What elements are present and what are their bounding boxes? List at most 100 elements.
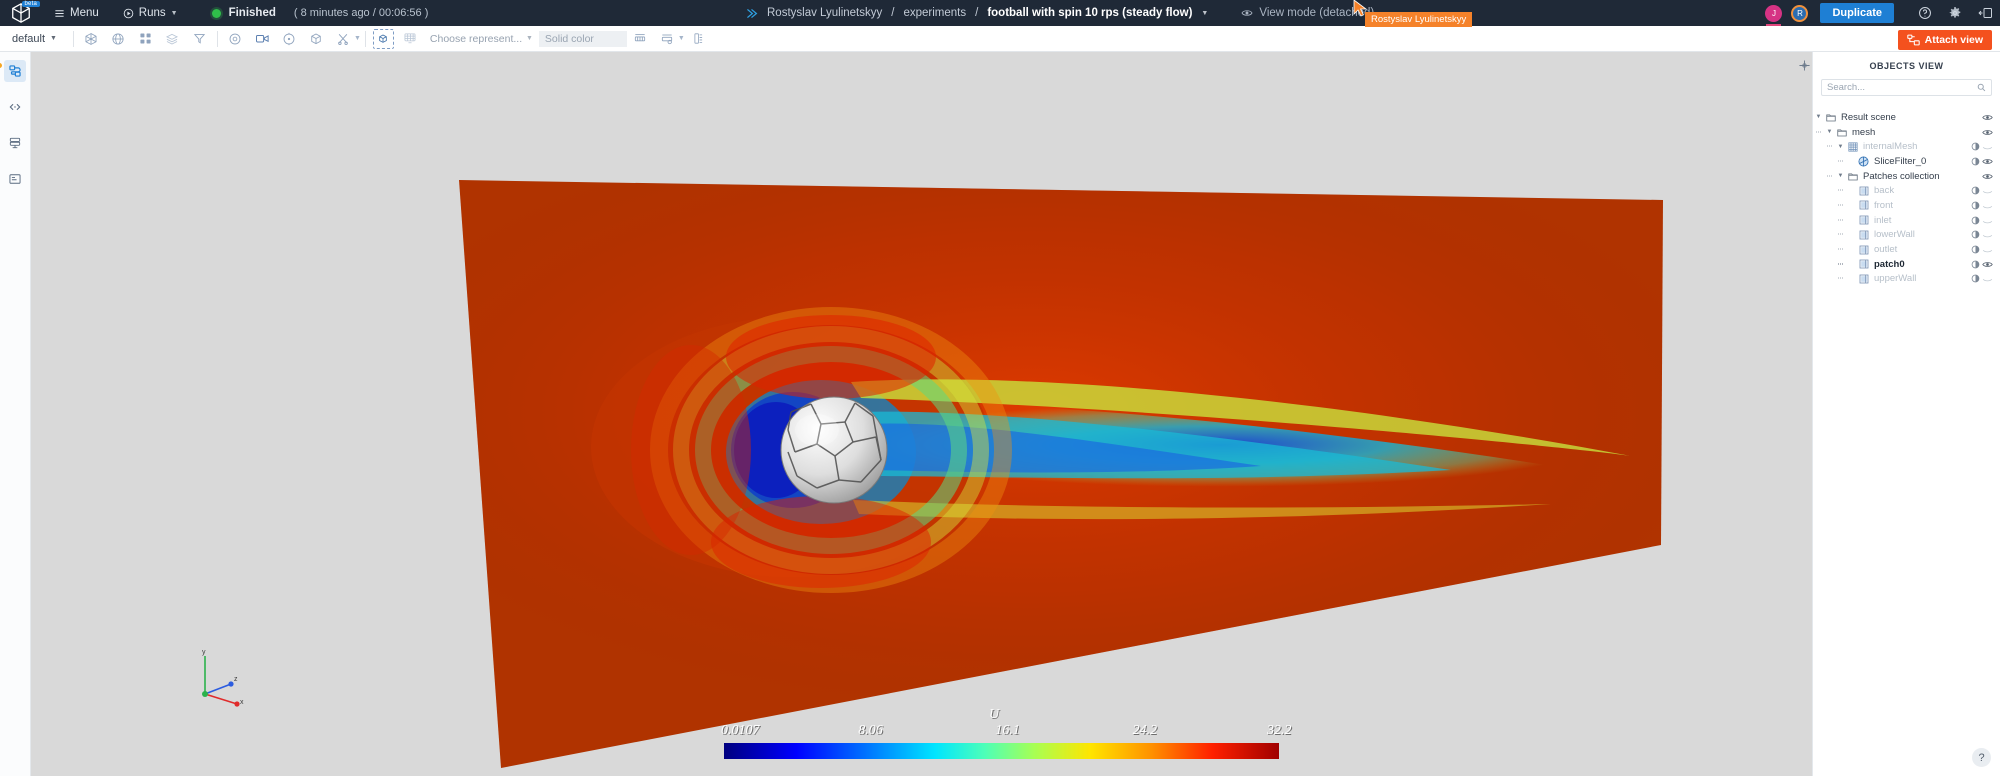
opacity-toggle-icon[interactable] xyxy=(1969,186,1981,195)
objects-tree-item-front[interactable]: ⋯ front xyxy=(1813,198,2000,213)
surface-view-icon[interactable] xyxy=(105,26,132,52)
rescale-range-icon[interactable] xyxy=(627,26,654,52)
objects-search-input[interactable]: Search... xyxy=(1821,79,1992,96)
opacity-toggle-icon[interactable] xyxy=(1969,274,1981,283)
representation-select[interactable]: Choose represent... ▼ xyxy=(424,31,539,47)
objects-tree-item-inlet[interactable]: ⋯ inlet xyxy=(1813,213,2000,228)
visibility-toggle-icon[interactable] xyxy=(1981,260,1994,269)
top-bar-right: J R Duplicate xyxy=(1765,0,2000,26)
app-logo[interactable]: beta xyxy=(0,0,42,26)
colorbar-toggle-icon[interactable] xyxy=(685,26,712,52)
chevron-down-icon[interactable]: ▼ xyxy=(354,35,361,42)
objects-view-title: OBJECTS VIEW xyxy=(1869,61,1944,71)
tree-twisty-icon[interactable]: ▼ xyxy=(1835,173,1846,179)
reset-camera-icon[interactable] xyxy=(222,26,249,52)
objects-tree-item-result-scene[interactable]: ▼ Result scene xyxy=(1813,110,2000,125)
objects-tree-item-internalmesh[interactable]: ⋯ ▼ internalMesh xyxy=(1813,139,2000,154)
visibility-toggle-icon[interactable] xyxy=(1981,245,1994,254)
legend-colorbar[interactable] xyxy=(724,743,1279,759)
notification-dot-icon xyxy=(0,63,2,68)
breadcrumb-section[interactable]: experiments xyxy=(903,7,966,19)
opacity-toggle-icon[interactable] xyxy=(1969,245,1981,254)
visibility-toggle-icon[interactable] xyxy=(1981,128,1994,137)
menu-button[interactable]: Menu xyxy=(42,0,111,26)
tree-indent: ⋯ xyxy=(1837,188,1844,195)
help-fab-button[interactable]: ? xyxy=(1972,748,1991,767)
objects-tree-item-label: upperWall xyxy=(1874,273,1917,285)
visibility-toggle-icon[interactable] xyxy=(1981,216,1994,225)
filter-icon[interactable] xyxy=(186,26,213,52)
collapse-panel-icon[interactable] xyxy=(1970,0,2000,26)
rail-log-icon[interactable] xyxy=(4,168,26,190)
visibility-toggle-icon[interactable] xyxy=(1981,201,1994,210)
objects-tree-item-mesh[interactable]: ⋯ ▼ mesh xyxy=(1813,125,2000,140)
visibility-toggle-icon[interactable] xyxy=(1981,157,1994,166)
breadcrumb-owner[interactable]: Rostyslav Lyulinetskyy xyxy=(767,7,882,19)
objects-tree-item-patches-collection[interactable]: ⋯ ▼ Patches collection xyxy=(1813,169,2000,184)
rail-setup-icon[interactable] xyxy=(0,60,26,82)
duplicate-button[interactable]: Duplicate xyxy=(1820,3,1894,23)
objects-tree-item-label: inlet xyxy=(1874,214,1892,226)
objects-tree-item-outlet[interactable]: ⋯ outlet xyxy=(1813,242,2000,257)
opacity-toggle-icon[interactable] xyxy=(1969,216,1981,225)
legend-tick-2: 16.1 xyxy=(995,723,1020,738)
render-viewport[interactable]: y x z U 0.0107 8.06 16.1 24.2 32.2 xyxy=(31,52,1812,776)
visibility-toggle-icon[interactable] xyxy=(1981,113,1994,122)
camera-icon[interactable] xyxy=(249,26,276,52)
attach-view-button[interactable]: Attach view xyxy=(1897,30,1992,50)
color-select[interactable]: Solid color xyxy=(538,30,627,47)
gear-icon[interactable] xyxy=(1940,0,1970,26)
opacity-toggle-icon[interactable] xyxy=(1969,230,1981,239)
scissors-icon[interactable] xyxy=(330,26,357,52)
tree-indent: ⋯ xyxy=(1837,232,1844,239)
visibility-toggle-icon[interactable] xyxy=(1981,142,1994,151)
visibility-toggle-icon[interactable] xyxy=(1981,172,1994,181)
objects-tree-item-label: lowerWall xyxy=(1874,229,1915,241)
objects-tree-item-lowerwall[interactable]: ⋯ lowerWall xyxy=(1813,228,2000,243)
chevron-down-icon: ▼ xyxy=(170,9,178,17)
opacity-toggle-icon[interactable] xyxy=(1969,260,1981,269)
opacity-toggle-icon[interactable] xyxy=(1969,142,1981,151)
help-icon[interactable] xyxy=(1910,0,1940,26)
edit-colormap-icon[interactable] xyxy=(654,26,681,52)
objects-view-toggle-icon[interactable] xyxy=(1796,56,1812,74)
chevron-down-icon[interactable]: ▼ xyxy=(678,35,685,42)
layers-icon[interactable] xyxy=(159,26,186,52)
breadcrumb-project[interactable]: football with spin 10 rps (steady flow) xyxy=(987,7,1192,19)
mesh-view-icon[interactable] xyxy=(78,26,105,52)
search-icon xyxy=(1977,83,1986,92)
representation-icon[interactable] xyxy=(397,26,424,52)
tree-indent: ⋯ xyxy=(1837,247,1844,254)
visibility-toggle-icon[interactable] xyxy=(1981,274,1994,283)
objects-tree-item-slicefilter-0[interactable]: ⋯ SliceFilter_0 xyxy=(1813,154,2000,169)
runs-label: Runs xyxy=(138,7,166,19)
rail-code-icon[interactable] xyxy=(4,96,26,118)
objects-tree-item-upperwall[interactable]: ⋯ upperWall xyxy=(1813,272,2000,287)
breadcrumb-sep: / xyxy=(891,7,895,19)
tree-twisty-icon[interactable]: ▼ xyxy=(1835,144,1846,150)
visibility-toggle-icon[interactable] xyxy=(1981,186,1994,195)
avatar[interactable]: J xyxy=(1765,4,1783,26)
rail-data-icon[interactable] xyxy=(4,132,26,154)
football-model xyxy=(780,396,888,504)
axis-center-icon[interactable] xyxy=(276,26,303,52)
objects-tree-item-back[interactable]: ⋯ back xyxy=(1813,183,2000,198)
opacity-toggle-icon[interactable] xyxy=(1969,201,1981,210)
status-text: Finished xyxy=(228,7,276,19)
tree-twisty-icon[interactable]: ▼ xyxy=(1813,114,1824,120)
cube-view-icon[interactable] xyxy=(303,26,330,52)
svg-text:z: z xyxy=(234,676,238,683)
avatar-active[interactable]: R xyxy=(1791,4,1809,22)
visibility-toggle-icon[interactable] xyxy=(1981,230,1994,239)
objects-view-panel: Attach view OBJECTS VIEW Search... ▼ Resu… xyxy=(1812,30,2000,776)
opacity-toggle-icon[interactable] xyxy=(1969,157,1981,166)
tree-twisty-icon[interactable]: ▼ xyxy=(1824,129,1835,135)
preset-selector[interactable]: default ▼ xyxy=(0,33,69,45)
chevron-down-icon[interactable]: ▼ xyxy=(1201,10,1208,17)
objects-tree-item-label: SliceFilter_0 xyxy=(1874,155,1927,167)
run-status: Finished ( 8 minutes ago / 00:06:56 ) xyxy=(190,7,428,19)
grid-layout-icon[interactable] xyxy=(132,26,159,52)
runs-button[interactable]: Runs ▼ xyxy=(111,0,190,26)
selection-box-icon[interactable] xyxy=(370,26,397,52)
objects-tree-item-patch0[interactable]: ⋯ patch0 xyxy=(1813,257,2000,272)
